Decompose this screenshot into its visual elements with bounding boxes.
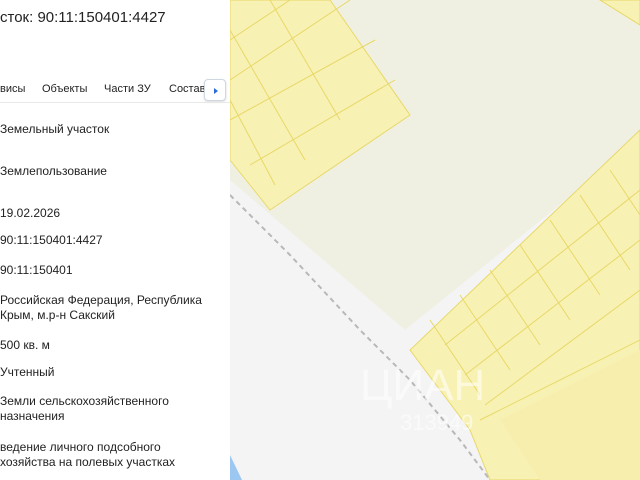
- field-date: 19.02.2026: [0, 206, 61, 220]
- watermark-id: 313949: [400, 410, 473, 435]
- field-land-category: Земли сельскохозяйственного назначения: [0, 394, 169, 423]
- field-address: Российская Федерация, Республика Крым, м…: [0, 293, 202, 322]
- field-area: 500 кв. м: [0, 338, 50, 352]
- map-canvas: ЦИАН 313949: [230, 0, 640, 480]
- water-area: [230, 455, 242, 480]
- tab-services[interactable]: висы: [0, 83, 25, 95]
- panel-title: сток: 90:11:150401:4427: [0, 9, 166, 26]
- field-cadastral-number: 90:11:150401:4427: [0, 233, 103, 247]
- info-panel: сток: 90:11:150401:4427 висы Объекты Час…: [0, 0, 230, 480]
- tabs-divider: [0, 102, 230, 103]
- field-cadastral-quarter: 90:11:150401: [0, 263, 73, 277]
- map-view[interactable]: ЦИАН 313949: [230, 0, 640, 480]
- tab-bar: висы Объекты Части ЗУ Состав: [0, 79, 230, 103]
- tab-composition[interactable]: Состав: [169, 83, 205, 95]
- chevron-right-icon: [214, 88, 218, 94]
- field-subtype: Землепользование: [0, 164, 107, 178]
- tabs-next-button[interactable]: [204, 79, 226, 101]
- field-object-type: Земельный участок: [0, 122, 110, 136]
- tab-parts[interactable]: Части ЗУ: [104, 83, 151, 95]
- field-permitted-use: ведение личного подсобного хозяйства на …: [0, 440, 176, 469]
- field-status: Учтенный: [0, 365, 55, 379]
- watermark-logo: ЦИАН: [360, 361, 485, 410]
- tab-objects[interactable]: Объекты: [42, 83, 87, 95]
